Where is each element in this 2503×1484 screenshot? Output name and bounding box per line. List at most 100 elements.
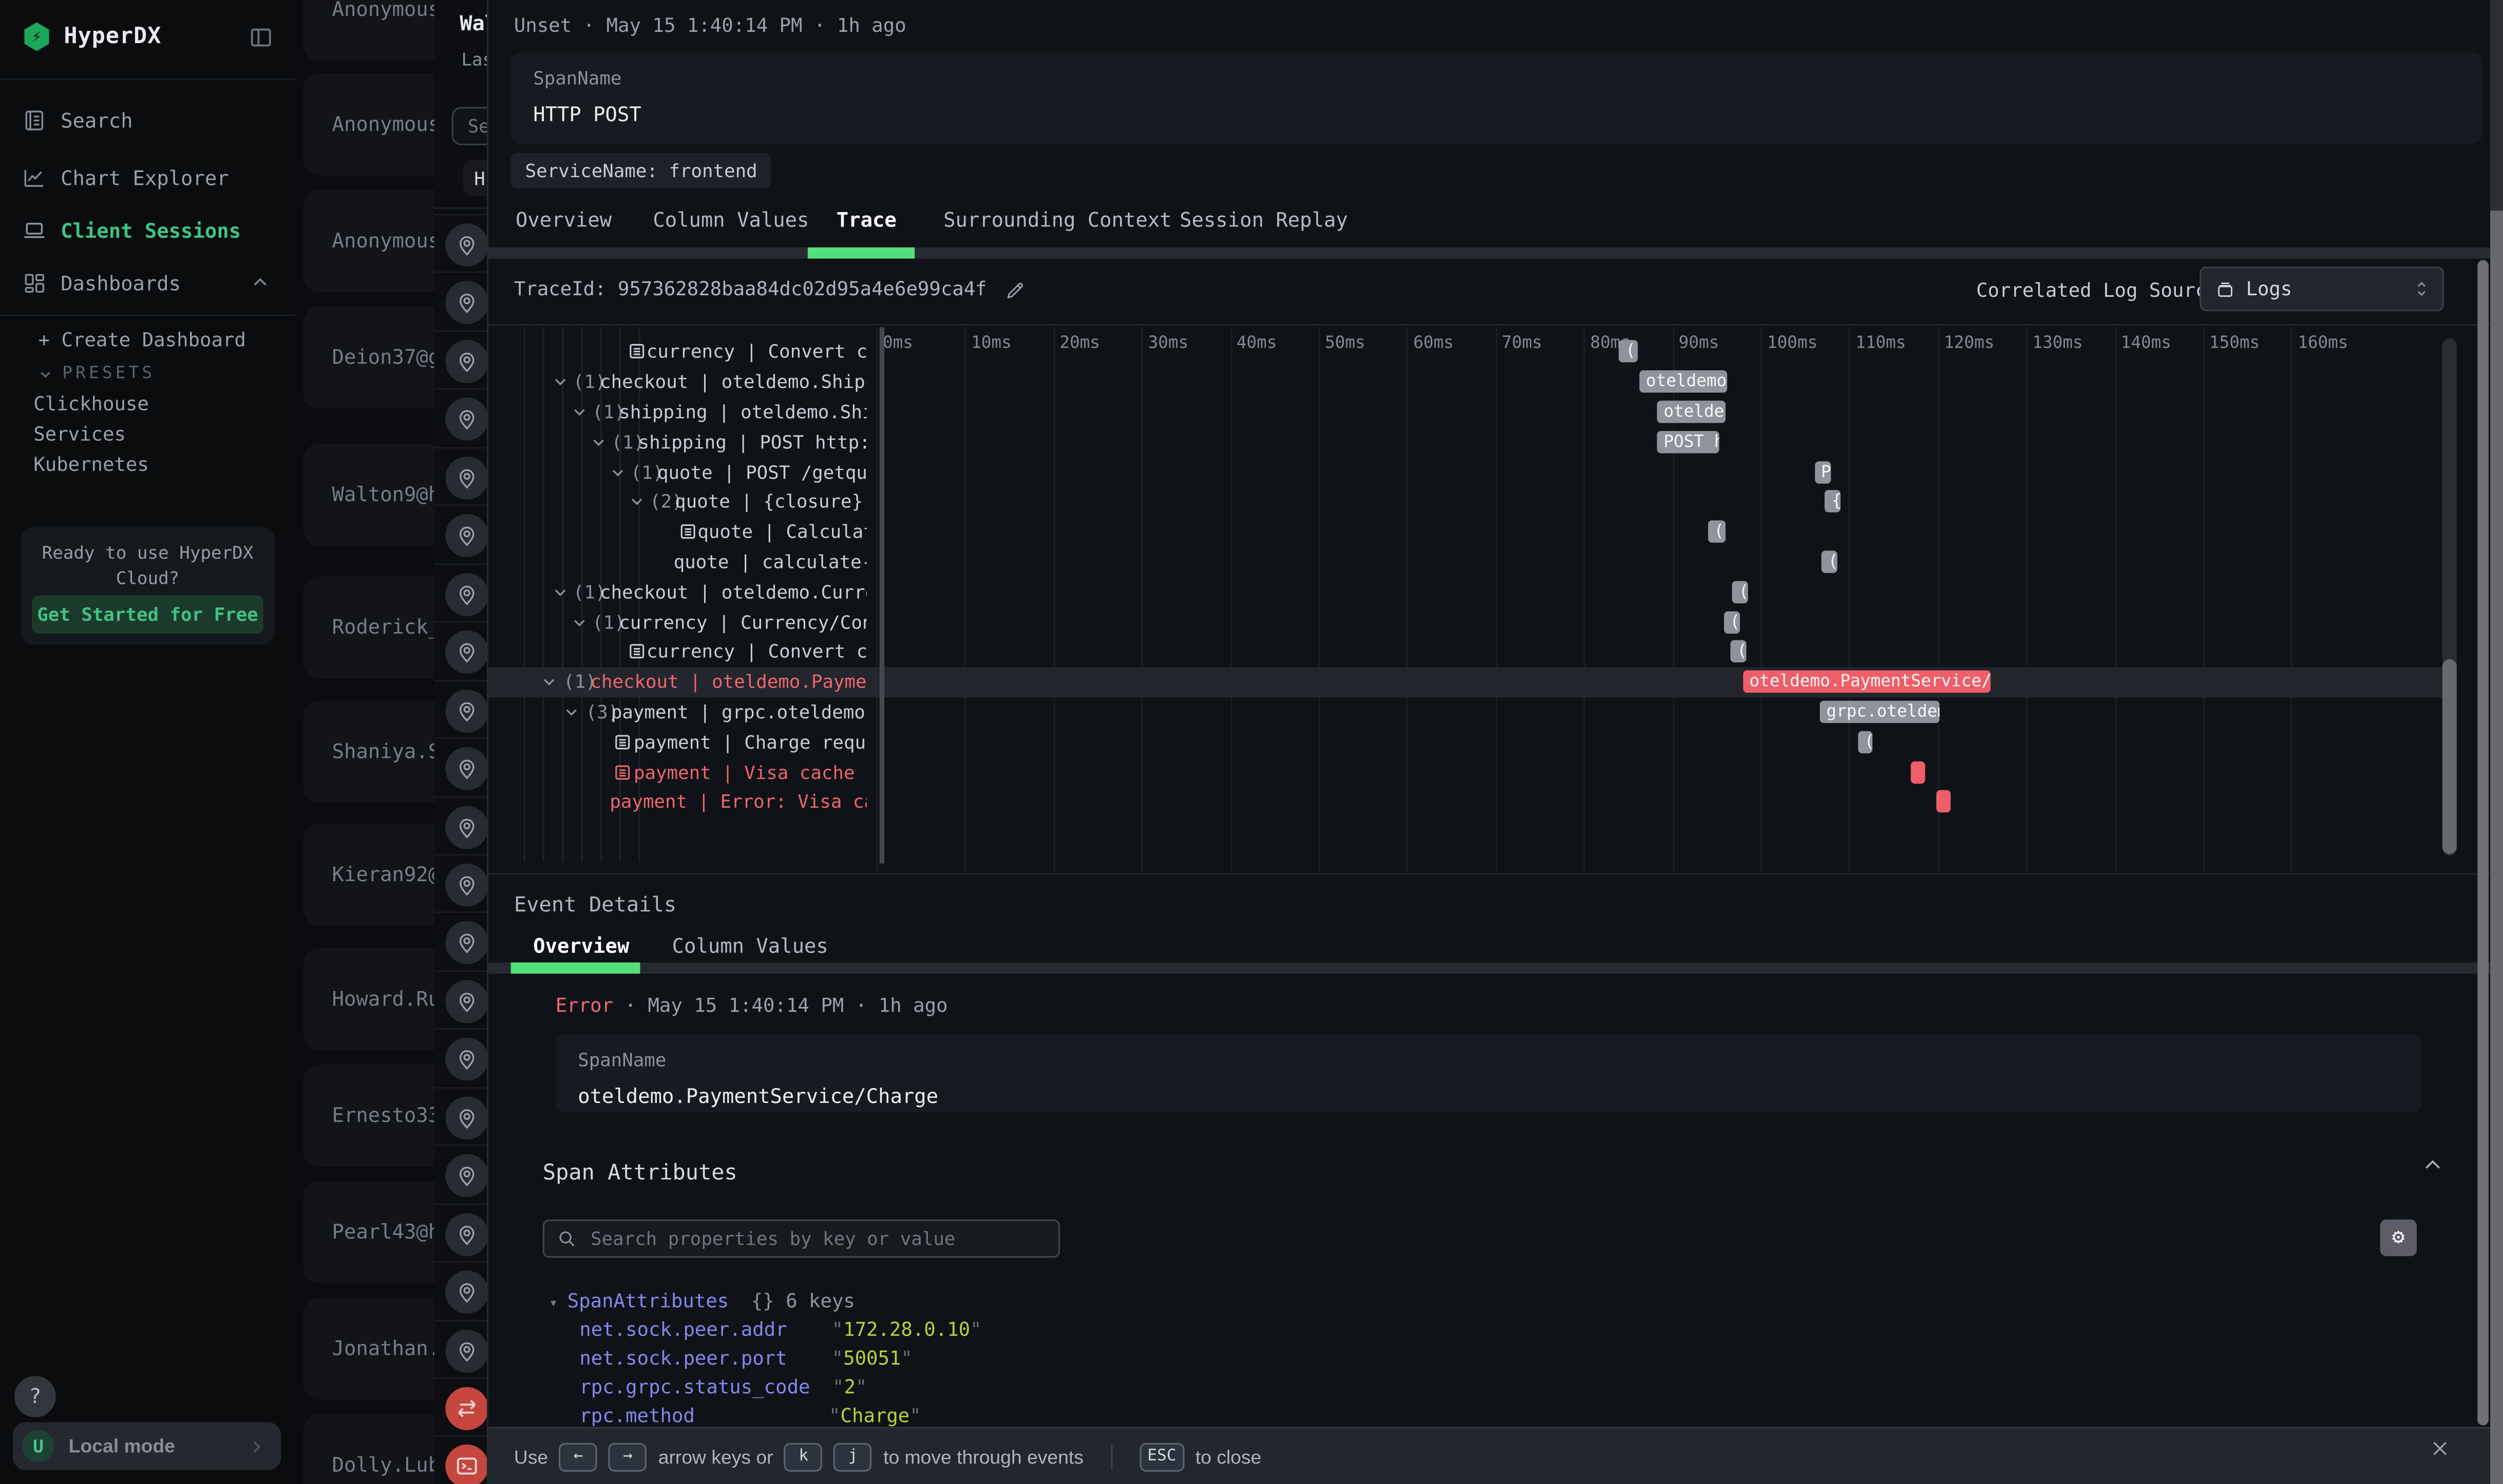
span-duration-bar[interactable]: ( xyxy=(1731,641,1747,663)
attributes-search[interactable] xyxy=(543,1220,1060,1258)
chevron-down-icon[interactable] xyxy=(629,494,645,510)
attribute-value[interactable]: 172.28.0.10 xyxy=(843,1319,970,1341)
trace-span-row[interactable]: currency | Convert convers…( xyxy=(488,637,2442,667)
span-duration-bar[interactable]: ( xyxy=(1619,340,1638,363)
collapse-chevron-up-icon[interactable] xyxy=(2421,1154,2444,1176)
span-duration-bar[interactable]: P xyxy=(1815,461,1831,483)
span-duration-bar[interactable]: { xyxy=(1825,490,1841,513)
span-duration-bar[interactable]: oteldemo. xyxy=(1640,371,1727,393)
event-rail-row[interactable] xyxy=(434,912,487,972)
span-duration-bar[interactable]: grpc.oteldemo. xyxy=(1820,701,1939,724)
logo[interactable]: ⚡ HyperDX xyxy=(23,23,162,51)
attribute-key[interactable]: rpc.grpc.status_code xyxy=(579,1376,810,1398)
trace-span-row[interactable]: (1)checkout | oteldemo.PaymentServi…otel… xyxy=(488,667,2442,697)
event-rail-row[interactable] xyxy=(434,1378,487,1437)
trace-span-row[interactable]: payment | Visa cache full: c… xyxy=(488,757,2442,787)
event-rail-row[interactable] xyxy=(434,1319,487,1379)
span-duration-bar[interactable]: oteldemo.PaymentService/Char xyxy=(1743,671,1990,693)
gear-icon[interactable]: ⚙ xyxy=(2380,1220,2417,1256)
attribute-row[interactable]: rpc.method"Charge" xyxy=(579,1404,921,1427)
attribute-key[interactable]: net.sock.peer.port xyxy=(579,1347,787,1369)
trace-span-row[interactable]: (1)quote | POST /getquoteP xyxy=(488,457,2442,487)
session-list-item[interactable]: Kieran92@h xyxy=(304,824,434,926)
attribute-row[interactable]: net.sock.peer.addr"172.28.0.10" xyxy=(579,1319,981,1341)
event-rail-row[interactable] xyxy=(434,737,487,797)
attribute-row[interactable]: rpc.grpc.status_code"2" xyxy=(579,1376,867,1398)
event-rail-row[interactable] xyxy=(434,1029,487,1088)
log-source-select[interactable]: Logs xyxy=(2199,267,2444,311)
session-list-item[interactable]: Howard.Run xyxy=(304,948,434,1050)
trace-span-row[interactable]: (2)quote | {closure}{ xyxy=(488,487,2442,517)
event-rail-row[interactable] xyxy=(434,505,487,564)
event-rail-row[interactable] xyxy=(434,854,487,914)
sidebar-collapse-icon[interactable] xyxy=(249,26,273,50)
trace-span-row[interactable]: currency | Convert convers…( xyxy=(488,337,2442,367)
chevron-down-icon[interactable] xyxy=(572,614,587,630)
span-duration-bar[interactable]: ( xyxy=(1858,731,1872,753)
event-rail-row[interactable] xyxy=(434,214,487,274)
session-list-item[interactable]: Deion37@gm xyxy=(304,307,434,409)
event-rail-row[interactable] xyxy=(434,1087,487,1146)
tab-trace[interactable]: Trace xyxy=(837,207,897,232)
session-search-input[interactable]: Sea xyxy=(452,107,487,145)
attributes-root[interactable]: ▾ SpanAttributes {} 6 keys xyxy=(549,1290,855,1312)
tab-column-values[interactable]: Column Values xyxy=(672,934,828,958)
span-duration-bar[interactable]: POST h xyxy=(1657,431,1719,453)
tab-overview[interactable]: Overview xyxy=(516,207,612,232)
tab-surrounding-context[interactable]: Surrounding Context xyxy=(943,207,1172,232)
attribute-key[interactable]: rpc.method xyxy=(579,1404,695,1427)
pane-resize-handle[interactable] xyxy=(880,327,884,863)
tab-overview[interactable]: Overview xyxy=(533,934,629,958)
event-rail-row[interactable] xyxy=(434,563,487,622)
chevron-down-icon[interactable] xyxy=(563,704,579,720)
trace-span-row[interactable]: (1)shipping | POST http://quo…POST h xyxy=(488,427,2442,456)
trace-span-row[interactable]: (1)checkout | oteldemo.CurrencySe…( xyxy=(488,577,2442,606)
chevron-down-icon[interactable] xyxy=(572,404,587,420)
sidebar-item-search[interactable]: Search xyxy=(0,99,295,141)
sidebar-item-client-sessions[interactable]: Client Sessions xyxy=(0,209,295,251)
create-dashboard-button[interactable]: + Create Dashboard xyxy=(39,329,246,351)
session-list-item[interactable]: Dolly.Lubo xyxy=(304,1414,434,1484)
preset-clickhouse[interactable]: Clickhouse xyxy=(33,393,149,415)
chevron-down-icon[interactable] xyxy=(591,434,606,450)
event-rail-row[interactable] xyxy=(434,388,487,448)
edit-pencil-icon[interactable] xyxy=(1006,278,1027,299)
event-rail-row[interactable] xyxy=(434,1436,487,1484)
chevron-down-icon[interactable] xyxy=(610,464,625,480)
event-rail-row[interactable] xyxy=(434,1145,487,1204)
session-list-item[interactable]: Jonathan.B xyxy=(304,1298,434,1400)
tab-session-replay[interactable]: Session Replay xyxy=(1180,207,1348,232)
event-rail-row[interactable] xyxy=(434,796,487,855)
span-duration-bar[interactable]: ( xyxy=(1723,611,1739,633)
span-duration-bar[interactable] xyxy=(1911,760,1925,783)
flyout-scrollbar[interactable] xyxy=(2477,260,2489,1425)
trace-span-row[interactable]: (1)shipping | oteldemo.Shipping…otelde xyxy=(488,397,2442,427)
chevron-down-icon[interactable] xyxy=(553,584,568,600)
span-duration-bar[interactable]: ( xyxy=(1732,581,1748,603)
session-list-item[interactable]: Shaniya.Sc xyxy=(304,701,434,803)
span-duration-bar[interactable]: ( xyxy=(1708,521,1725,543)
span-duration-bar[interactable]: ( xyxy=(1822,550,1837,573)
event-rail-row[interactable] xyxy=(434,330,487,390)
chevron-down-icon[interactable] xyxy=(541,674,557,690)
trace-span-row[interactable]: (1)checkout | oteldemo.ShippingSe…otelde… xyxy=(488,367,2442,396)
window-scrollbar-thumb[interactable] xyxy=(2490,211,2503,1484)
attribute-key[interactable]: net.sock.peer.addr xyxy=(579,1319,787,1341)
presets-section[interactable]: PRESETS xyxy=(39,364,156,383)
highlighted-toggle-clipped[interactable]: H xyxy=(463,160,487,196)
session-list-item[interactable]: Anonymous xyxy=(304,73,434,176)
event-rail-row[interactable] xyxy=(434,272,487,332)
sidebar-item-dashboards[interactable]: Dashboards xyxy=(0,262,295,303)
event-rail-row[interactable] xyxy=(434,1203,487,1263)
trace-span-row[interactable]: payment | Error: Visa cache ful… xyxy=(488,787,2442,816)
close-icon[interactable] xyxy=(2430,1438,2450,1459)
sidebar-item-chart-explorer[interactable]: Chart Explorer xyxy=(0,157,295,198)
get-started-button[interactable]: Get Started for Free xyxy=(32,595,263,634)
trace-span-row[interactable]: (3)payment | grpc.oteldemo.Paymen…grpc.o… xyxy=(488,697,2442,727)
trace-span-row[interactable]: quote | calculate-quote( xyxy=(488,547,2442,577)
span-duration-bar[interactable] xyxy=(1937,791,1951,813)
trace-span-row[interactable]: (1)currency | Currency/Convert( xyxy=(488,607,2442,637)
trace-span-row[interactable]: quote | Calculated q…( xyxy=(488,517,2442,546)
waterfall-scrollbar-thumb[interactable] xyxy=(2442,659,2457,854)
tab-column-values[interactable]: Column Values xyxy=(653,207,809,232)
